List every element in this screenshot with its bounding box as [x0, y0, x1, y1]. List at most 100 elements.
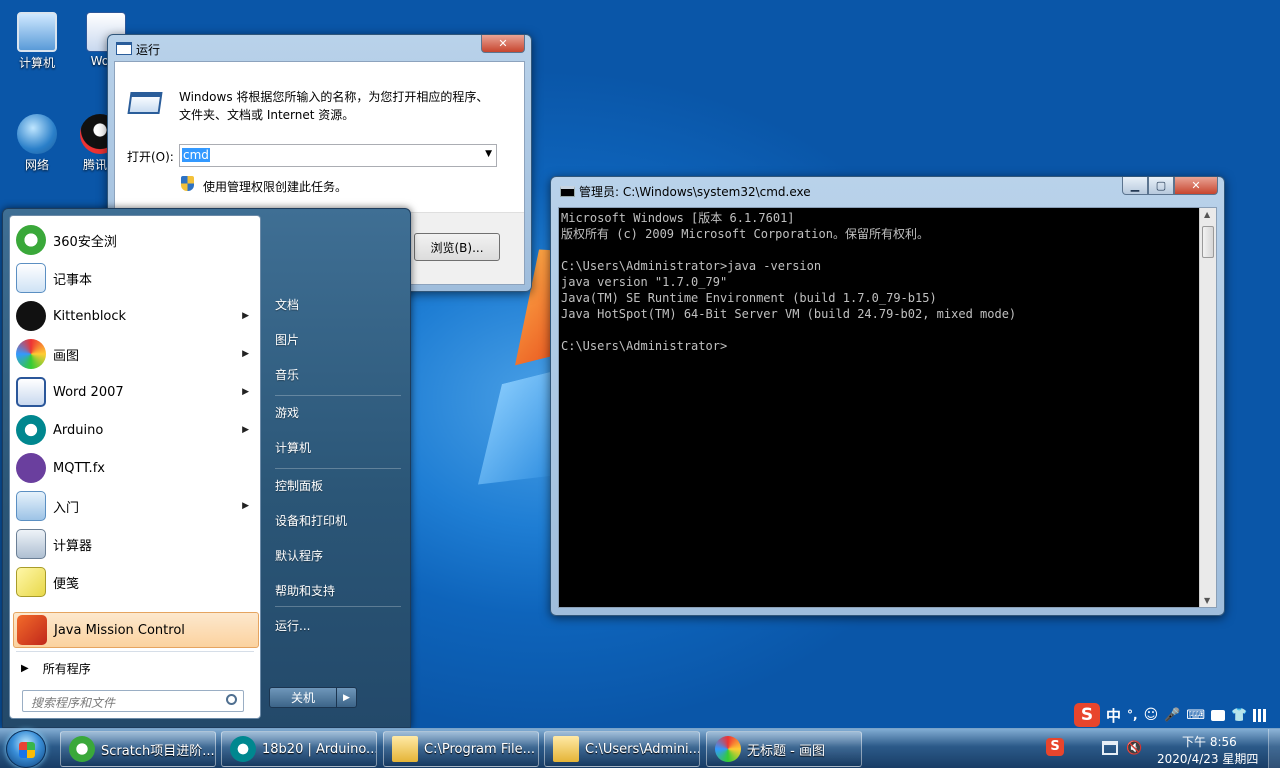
places-item[interactable]: 帮助和支持 [270, 575, 405, 605]
shutdown-button[interactable]: 关机 [269, 687, 337, 708]
scroll-down-arrow-icon[interactable]: ▼ [1204, 596, 1210, 605]
ime-mode-label[interactable]: 中 [1106, 705, 1121, 726]
arduino-icon [230, 736, 256, 762]
maximize-button[interactable]: ▢ [1148, 177, 1174, 195]
taskbar-button[interactable]: C:\Program File... [383, 731, 539, 767]
word-icon [16, 377, 46, 407]
microphone-icon[interactable]: 🎤 [1164, 708, 1180, 723]
program-item[interactable]: 360安全浏 [13, 222, 259, 258]
keyboard-icon[interactable]: ⌨ [1186, 708, 1205, 723]
console-output[interactable]: Microsoft Windows [版本 6.1.7601] 版权所有 (c)… [558, 207, 1217, 608]
scroll-up-arrow-icon[interactable]: ▲ [1204, 210, 1210, 219]
places-item[interactable]: 计算机 [270, 432, 405, 462]
console-line: Java(TM) SE Runtime Environment (build 1… [561, 291, 937, 305]
network-tray-icon[interactable] [1102, 741, 1118, 755]
close-icon: ✕ [498, 37, 508, 50]
volume-muted-icon[interactable]: 🔇 [1126, 741, 1144, 757]
start-menu-programs: 360安全浏 记事本 Kittenblock ▶ 画图 ▶ Word 2007 … [9, 215, 261, 719]
shutdown-options-button[interactable]: ▶ [337, 687, 357, 708]
submenu-arrow-icon: ▶ [242, 501, 249, 511]
places-item[interactable]: 游戏 [270, 397, 405, 427]
desktop-icon-label: 网络 [24, 158, 49, 172]
desktop-icon-network[interactable]: 网络 [7, 110, 67, 182]
all-programs-button[interactable]: ▶ 所有程序 [13, 650, 259, 686]
run-icon [127, 92, 163, 114]
program-item[interactable]: 便笺 [13, 564, 259, 600]
places-item[interactable]: 设备和打印机 [270, 505, 405, 535]
open-label: 打开(O): [127, 150, 174, 164]
run-description-line2: 文件夹、文档或 Internet 资源。 [179, 108, 355, 122]
program-item[interactable]: 记事本 [13, 260, 259, 296]
separator [275, 468, 401, 469]
places-item[interactable]: 音乐 [270, 359, 405, 389]
console-line: C:\Users\Administrator>java -version [561, 259, 822, 273]
console-line: Java HotSpot(TM) 64-Bit Server VM (build… [561, 307, 1017, 321]
submenu-arrow-icon: ▶ [242, 387, 249, 397]
close-icon: ✕ [1191, 179, 1201, 192]
paint-palette-icon [715, 736, 741, 762]
places-item[interactable]: 默认程序 [270, 540, 405, 570]
program-item[interactable]: Kittenblock ▶ [13, 298, 259, 334]
sticky-notes-icon [16, 567, 46, 597]
program-item[interactable]: 入门 ▶ [13, 488, 259, 524]
program-item-highlighted[interactable]: Java Mission Control [13, 612, 259, 648]
program-item[interactable]: Arduino ▶ [13, 412, 259, 448]
taskbar-button[interactable]: Scratch项目进阶... [60, 731, 216, 767]
close-button[interactable]: ✕ [1174, 177, 1218, 195]
program-item[interactable]: MQTT.fx [13, 450, 259, 486]
taskbar-button[interactable]: C:\Users\Admini... [544, 731, 700, 767]
program-item[interactable]: Word 2007 ▶ [13, 374, 259, 410]
emoji-icon[interactable]: ☺ [1144, 707, 1159, 723]
close-button[interactable]: ✕ [481, 35, 525, 53]
submenu-arrow-icon: ▶ [242, 425, 249, 435]
search-icon [226, 694, 237, 705]
submenu-arrow-icon: ▶ [242, 349, 249, 359]
open-combobox[interactable]: cmd ▼ [179, 144, 497, 167]
program-item[interactable]: 计算器 [13, 526, 259, 562]
places-item[interactable]: 运行... [270, 610, 405, 640]
clock-time[interactable]: 下午 8:56 [1182, 733, 1237, 750]
places-item[interactable]: 控制面板 [270, 470, 405, 500]
sogou-logo-icon[interactable]: S [1074, 703, 1100, 727]
search-box[interactable]: 搜索程序和文件 [22, 690, 244, 712]
grid-menu-icon[interactable] [1253, 708, 1267, 722]
folder-icon [553, 736, 579, 762]
chevron-down-icon[interactable]: ▼ [485, 149, 492, 159]
submenu-arrow-icon: ▶ [242, 311, 249, 321]
separator [275, 395, 401, 396]
ime-punct-label[interactable]: °, [1127, 708, 1138, 722]
windows-flag-blue [478, 370, 558, 495]
toolbox-icon[interactable] [1211, 709, 1226, 721]
arduino-icon [16, 415, 46, 445]
places-item[interactable]: 图片 [270, 324, 405, 354]
skin-shirt-icon[interactable]: 👕 [1231, 708, 1247, 723]
run-app-icon [116, 42, 132, 55]
open-input[interactable]: cmd [182, 148, 210, 162]
program-item[interactable]: 画图 ▶ [13, 336, 259, 372]
search-input[interactable]: 搜索程序和文件 [31, 694, 115, 711]
separator [275, 606, 401, 607]
network-globe-icon [17, 114, 57, 154]
360-browser-icon [69, 736, 95, 762]
windows-logo-icon [19, 742, 35, 758]
minimize-button[interactable]: ▁ [1122, 177, 1148, 195]
desktop-icon-computer[interactable]: 计算机 [7, 8, 67, 80]
maximize-icon: ▢ [1155, 179, 1167, 192]
desktop-icon-qq[interactable]: 腾讯 [80, 110, 110, 182]
taskbar-button[interactable]: 无标题 - 画图 [706, 731, 862, 767]
shutdown-button-group: 关机 ▶ [269, 687, 357, 708]
run-description-line1: Windows 将根据您所输入的名称，为您打开相应的程序、 [179, 90, 489, 104]
show-desktop-button[interactable] [1268, 729, 1280, 768]
kittenblock-icon [16, 301, 46, 331]
sogou-tray-icon[interactable]: S [1046, 738, 1064, 756]
vertical-scrollbar[interactable]: ▲ ▼ [1199, 208, 1216, 607]
java-mission-control-icon [17, 615, 47, 645]
browse-button[interactable]: 浏览(B)... [414, 233, 500, 261]
places-item[interactable]: 文档 [270, 289, 405, 319]
scrollbar-thumb[interactable] [1202, 226, 1214, 258]
console-line: java version "1.7.0_79" [561, 275, 728, 289]
clock-date[interactable]: 2020/4/23 星期四 [1157, 750, 1258, 767]
taskbar-button[interactable]: 18b20 | Arduino... [221, 731, 377, 767]
start-button[interactable] [6, 730, 46, 768]
